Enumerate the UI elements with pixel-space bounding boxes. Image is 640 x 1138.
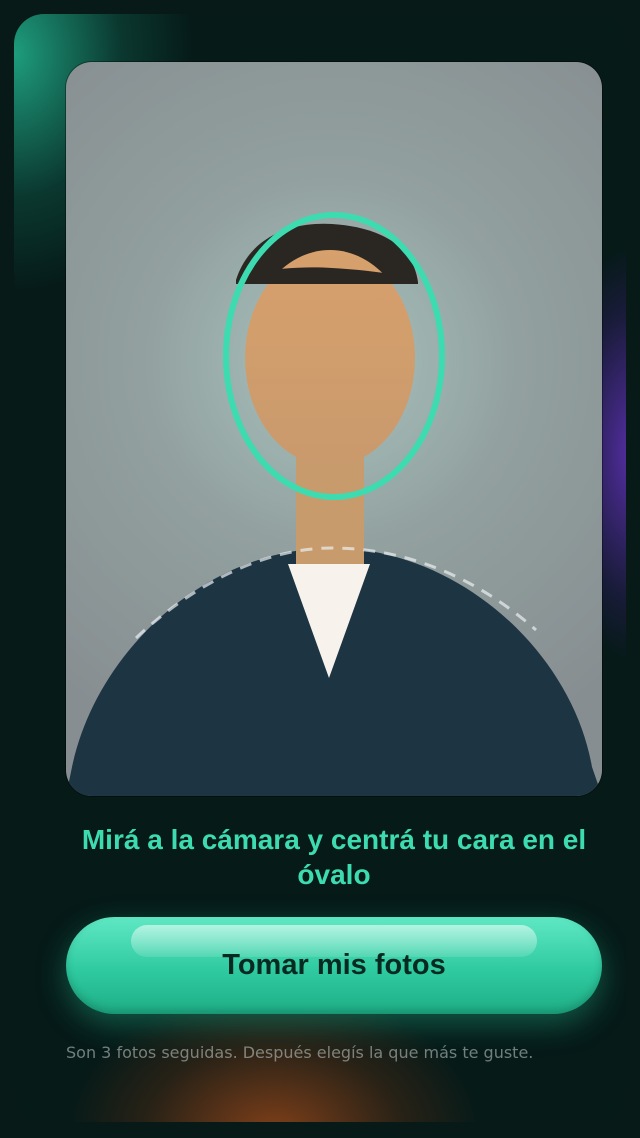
camera-viewfinder bbox=[66, 62, 602, 796]
capture-card: Mirá a la cámara y centrá tu cara en el … bbox=[14, 14, 626, 1122]
helper-note: Son 3 fotos seguidas. Después elegís la … bbox=[66, 1043, 534, 1062]
take-photos-button[interactable]: Tomar mis fotos bbox=[66, 917, 602, 1014]
instruction-text: Mirá a la cámara y centrá tu cara en el … bbox=[81, 824, 587, 890]
camera-preview bbox=[66, 62, 602, 796]
person-neck bbox=[296, 457, 364, 569]
screen: Mirá a la cámara y centrá tu cara en el … bbox=[0, 0, 640, 1138]
take-photos-label: Tomar mis fotos bbox=[222, 949, 446, 981]
